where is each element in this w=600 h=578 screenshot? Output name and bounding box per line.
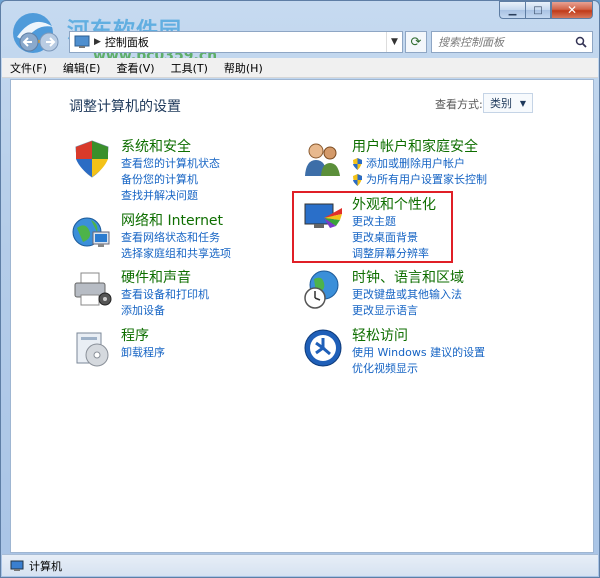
category-title[interactable]: 系统和安全 <box>121 138 321 156</box>
category-title[interactable]: 网络和 Internet <box>121 212 321 230</box>
link-add-device[interactable]: 添加设备 <box>121 303 321 319</box>
control-panel-icon <box>74 35 90 48</box>
view-by-label: 查看方式: <box>435 98 483 111</box>
search-icon <box>575 36 587 48</box>
network-globe-icon <box>72 217 110 247</box>
category-title[interactable]: 程序 <box>121 327 321 345</box>
link-backup-computer[interactable]: 备份您的计算机 <box>121 172 321 188</box>
link-change-display-language[interactable]: 更改显示语言 <box>352 303 552 319</box>
link-find-fix-problems[interactable]: 查找并解决问题 <box>121 188 321 204</box>
link-text[interactable]: 为所有用户设置家长控制 <box>366 172 487 188</box>
address-dropdown-icon[interactable]: ▼ <box>386 32 402 52</box>
users-icon <box>305 143 340 176</box>
highlight-box <box>292 191 453 263</box>
close-button[interactable]: ✕ <box>551 1 593 19</box>
refresh-button[interactable]: ⟳ <box>405 31 427 53</box>
link-uninstall-program[interactable]: 卸载程序 <box>121 345 321 361</box>
menu-file[interactable]: 文件(F) <box>10 60 47 76</box>
search-input[interactable] <box>438 35 566 49</box>
menu-tools[interactable]: 工具(T) <box>171 60 208 76</box>
computer-icon <box>10 560 24 571</box>
breadcrumb[interactable]: 控制面板 <box>105 34 149 50</box>
link-text[interactable]: 添加或删除用户帐户 <box>366 156 465 172</box>
link-view-computer-status[interactable]: 查看您的计算机状态 <box>121 156 321 172</box>
minimize-button[interactable]: ▁ <box>499 1 525 19</box>
uac-shield-icon <box>353 174 362 186</box>
back-forward-buttons[interactable] <box>19 32 67 52</box>
category-title[interactable]: 用户帐户和家庭安全 <box>352 138 552 156</box>
content-area: 调整计算机的设置 查看方式: 类别 ▼ 系统和安全 查看您的计算机状态 备份您的… <box>10 79 594 553</box>
category-title[interactable]: 硬件和声音 <box>121 269 321 287</box>
category-title[interactable]: 轻松访问 <box>352 327 552 345</box>
refresh-icon: ⟳ <box>410 34 422 50</box>
link-add-remove-accounts[interactable]: 添加或删除用户帐户 <box>352 156 552 172</box>
ease-of-access-icon <box>304 329 342 367</box>
view-by-dropdown[interactable]: 类别 ▼ <box>483 93 533 113</box>
chevron-down-icon: ▼ <box>519 98 526 108</box>
link-view-network-status[interactable]: 查看网络状态和任务 <box>121 230 321 246</box>
menu-help[interactable]: 帮助(H) <box>224 60 263 76</box>
link-change-keyboard[interactable]: 更改键盘或其他输入法 <box>352 287 552 303</box>
view-by-value: 类别 <box>490 97 512 110</box>
status-text: 计算机 <box>29 559 62 573</box>
menu-edit[interactable]: 编辑(E) <box>63 60 101 76</box>
link-devices-printers[interactable]: 查看设备和打印机 <box>121 287 321 303</box>
link-optimize-video-display[interactable]: 优化视频显示 <box>352 361 552 377</box>
clock-globe-icon <box>304 270 339 309</box>
printer-icon <box>74 272 112 306</box>
status-bar: 计算机 <box>2 554 598 576</box>
search-button[interactable] <box>570 32 592 52</box>
programs-icon <box>76 332 109 367</box>
maximize-button[interactable]: □ <box>525 1 551 19</box>
search-box[interactable] <box>431 31 593 53</box>
control-panel-window: 河东软件园 www.pc0359.cn ▁ □ ✕ ▶ 控制面板 ▼ ⟳ <box>0 0 600 578</box>
shield-icon <box>75 140 109 178</box>
breadcrumb-separator-icon: ▶ <box>94 37 101 47</box>
address-bar[interactable]: ▶ 控制面板 ▼ <box>69 31 403 53</box>
menu-bar: 文件(F) 编辑(E) 查看(V) 工具(T) 帮助(H) <box>2 58 598 78</box>
link-recommended-settings[interactable]: 使用 Windows 建议的设置 <box>352 345 552 361</box>
link-parental-controls[interactable]: 为所有用户设置家长控制 <box>352 172 552 188</box>
menu-view[interactable]: 查看(V) <box>116 60 154 76</box>
link-homegroup-sharing[interactable]: 选择家庭组和共享选项 <box>121 246 321 262</box>
page-title: 调整计算机的设置 <box>69 99 181 115</box>
uac-shield-icon <box>353 158 362 170</box>
category-title[interactable]: 时钟、语言和区域 <box>352 269 552 287</box>
caption-buttons: ▁ □ ✕ <box>499 1 593 19</box>
